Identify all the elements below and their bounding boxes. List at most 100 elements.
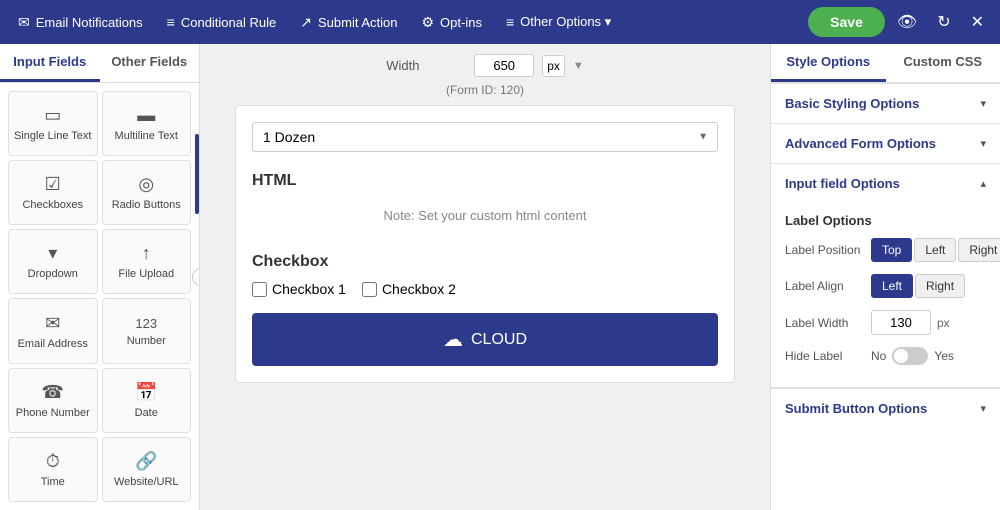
field-single-line-label: Single Line Text (14, 130, 91, 142)
label-align-right[interactable]: Right (915, 274, 965, 298)
width-unit[interactable]: px (542, 55, 565, 77)
field-checkboxes-label: Checkboxes (22, 199, 83, 211)
optins-icon: ⚙ (421, 14, 434, 31)
tab-style-options[interactable]: Style Options (771, 44, 886, 82)
right-tabs: Style Options Custom CSS (771, 44, 1000, 84)
toggle-slider (892, 347, 928, 365)
field-phone[interactable]: ☎ Phone Number (8, 368, 98, 433)
field-date[interactable]: 📅 Date (102, 368, 192, 433)
radio-icon: ◎ (138, 174, 154, 195)
date-icon: 📅 (135, 382, 157, 403)
other-icon: ≡ (506, 14, 514, 30)
tab-other-fields[interactable]: Other Fields (100, 44, 200, 82)
hide-label-toggle-wrap: No Yes (871, 347, 954, 365)
form-dropdown[interactable]: 1 Dozen (252, 122, 718, 152)
field-website[interactable]: 🔗 Website/URL (102, 437, 192, 502)
input-field-title: Input field Options (785, 176, 900, 191)
field-grid: ▭ Single Line Text ▬ Multiline Text ☑ Ch… (0, 83, 199, 510)
label-width-input[interactable] (871, 310, 931, 335)
width-input[interactable] (474, 54, 534, 77)
html-block-title: HTML (252, 172, 718, 190)
field-file-upload[interactable]: ↑ File Upload (102, 229, 192, 294)
top-nav: ✉ Email Notifications ≡ Conditional Rule… (0, 0, 1000, 44)
field-email-label: Email Address (18, 338, 88, 350)
field-single-line[interactable]: ▭ Single Line Text (8, 91, 98, 156)
field-checkboxes[interactable]: ☑ Checkboxes (8, 160, 98, 225)
checkboxes-icon: ☑ (45, 174, 61, 195)
field-time-label: Time (41, 476, 65, 488)
input-field-header[interactable]: Input field Options ▴ (771, 164, 1000, 203)
hide-label-toggle[interactable] (892, 347, 928, 365)
nav-email-label: Email Notifications (36, 15, 143, 30)
field-radio[interactable]: ◎ Radio Buttons (102, 160, 192, 225)
checkbox-1-label: Checkbox 1 (272, 281, 346, 297)
refresh-button[interactable]: ↻ (929, 6, 958, 38)
advanced-form-section: Advanced Form Options ▾ (771, 124, 1000, 164)
form-dropdown-wrapper: 1 Dozen (252, 122, 718, 152)
label-align-label: Label Align (785, 279, 865, 293)
hide-label-no: No (871, 349, 886, 363)
label-align-left[interactable]: Left (871, 274, 913, 298)
basic-styling-header[interactable]: Basic Styling Options ▾ (771, 84, 1000, 123)
field-date-label: Date (135, 407, 158, 419)
center-content: Width px ▼ (Form ID: 120) 1 Dozen HTML N… (200, 44, 770, 510)
single-line-icon: ▭ (44, 105, 61, 126)
submit-options-title: Submit Button Options (785, 401, 927, 416)
save-button[interactable]: Save (808, 7, 885, 37)
nav-other-options[interactable]: ≡ Other Options ▾ (496, 8, 621, 36)
sidebar-scrollbar (195, 134, 199, 214)
label-position-label: Label Position (785, 243, 865, 257)
basic-styling-section: Basic Styling Options ▾ (771, 84, 1000, 124)
label-position-left[interactable]: Left (914, 238, 956, 262)
cloud-icon: ☁ (443, 327, 463, 352)
field-time[interactable]: ⏱ Time (8, 437, 98, 502)
width-label: Width (386, 58, 466, 73)
html-block: HTML Note: Set your custom html content (252, 168, 718, 237)
label-position-top[interactable]: Top (871, 238, 912, 262)
html-note: Note: Set your custom html content (252, 198, 718, 233)
website-icon: 🔗 (135, 451, 157, 472)
checkbox-2-label: Checkbox 2 (382, 281, 456, 297)
checkbox-1[interactable] (252, 282, 267, 297)
tab-custom-css[interactable]: Custom CSS (886, 44, 1000, 82)
label-align-buttons: Left Right (871, 274, 965, 298)
right-sidebar: Style Options Custom CSS Basic Styling O… (770, 44, 1000, 510)
advanced-form-arrow: ▾ (980, 137, 986, 150)
checkbox-block: Checkbox Checkbox 1 Checkbox 2 (252, 253, 718, 297)
field-number[interactable]: 123 Number (102, 298, 192, 363)
input-field-arrow: ▴ (980, 177, 986, 190)
file-upload-icon: ↑ (142, 243, 151, 264)
nav-submit-action[interactable]: ↗ Submit Action (290, 8, 407, 37)
checkbox-2[interactable] (362, 282, 377, 297)
label-position-row: Label Position Top Left Right (785, 238, 986, 262)
form-header: Width px ▼ (386, 54, 584, 77)
tab-input-fields[interactable]: Input Fields (0, 44, 100, 82)
checkbox-item-2[interactable]: Checkbox 2 (362, 281, 456, 297)
field-email[interactable]: ✉ Email Address (8, 298, 98, 363)
checkbox-items: Checkbox 1 Checkbox 2 (252, 281, 718, 297)
preview-button[interactable]: 👁 (889, 6, 925, 38)
number-icon: 123 (135, 316, 157, 331)
field-number-label: Number (127, 335, 166, 347)
label-width-label: Label Width (785, 316, 865, 330)
hide-label-row: Hide Label No Yes (785, 347, 986, 365)
label-position-buttons: Top Left Right (871, 238, 1000, 262)
nav-conditional-rule[interactable]: ≡ Conditional Rule (157, 8, 287, 36)
advanced-form-title: Advanced Form Options (785, 136, 936, 151)
checkbox-item-1[interactable]: Checkbox 1 (252, 281, 346, 297)
label-position-right[interactable]: Right (958, 238, 1000, 262)
nav-email-notifications[interactable]: ✉ Email Notifications (8, 8, 153, 37)
time-icon: ⏱ (46, 451, 60, 472)
nav-optins-label: Opt-ins (440, 15, 482, 30)
submit-options-section[interactable]: Submit Button Options ▾ (771, 388, 1000, 428)
left-sidebar: Input Fields Other Fields ▭ Single Line … (0, 44, 200, 510)
checkbox-block-title: Checkbox (252, 253, 718, 271)
field-dropdown[interactable]: ▾ Dropdown (8, 229, 98, 294)
advanced-form-header[interactable]: Advanced Form Options ▾ (771, 124, 1000, 163)
field-multiline[interactable]: ▬ Multiline Text (102, 91, 192, 156)
submit-button[interactable]: ☁ CLOUD (252, 313, 718, 366)
close-button[interactable]: ✕ (963, 6, 992, 38)
nav-opt-ins[interactable]: ⚙ Opt-ins (411, 8, 491, 37)
form-width-arrow[interactable]: ▼ (573, 60, 584, 72)
label-align-row: Label Align Left Right (785, 274, 986, 298)
